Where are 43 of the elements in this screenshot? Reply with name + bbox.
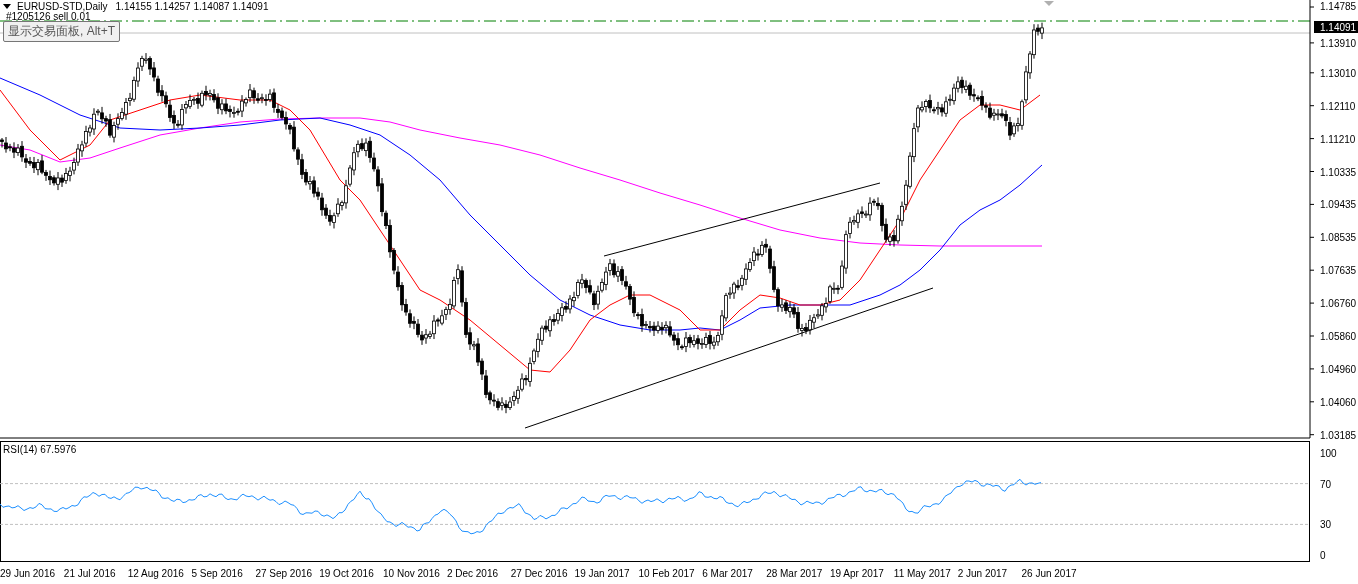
order-label: #1205126 sell 0.01	[6, 12, 91, 22]
price-axis-label: 1.03185	[1320, 429, 1357, 441]
date-axis-label: 6 Mar 2017	[702, 567, 754, 579]
date-axis-label: 19 Apr 2017	[829, 567, 885, 579]
price-axis-label: 1.04060	[1320, 396, 1357, 408]
date-axis-label: 19 Oct 2016	[319, 567, 375, 579]
price-axis-label: 1.13910	[1320, 37, 1357, 49]
current-price-label: 1.14091	[1314, 21, 1358, 33]
price-axis-label: 1.13010	[1320, 67, 1357, 79]
price-axis-label: 1.06760	[1320, 298, 1357, 310]
date-axis-label: 10 Nov 2016	[383, 567, 441, 579]
date-axis-label: 26 Jun 2017	[1021, 567, 1078, 579]
date-axis-label: 27 Dec 2016	[510, 567, 569, 579]
price-axis-label: 1.11210	[1320, 133, 1356, 145]
date-axis-label: 11 May 2017	[893, 567, 952, 579]
triangle-icon	[1044, 1, 1054, 6]
date-axis-label: 19 Jan 2017	[574, 567, 631, 579]
date-axis-label: 28 Mar 2017	[766, 567, 824, 579]
price-axis-label: 1.12110	[1320, 100, 1356, 112]
symbol-caption: EURUSD-STD,Daily	[17, 1, 108, 12]
date-axis-label: 2 Dec 2016	[446, 567, 500, 579]
price-axis-label: 1.08535	[1320, 232, 1357, 244]
price-axis-label: 1.14785	[1320, 1, 1357, 12]
date-axis-label: 5 Sep 2016	[191, 567, 244, 579]
date-axis-label: 10 Feb 2017	[638, 567, 696, 579]
rsi-axis-label: 70	[1320, 478, 1332, 490]
price-axis-label: 1.04960	[1320, 363, 1357, 375]
date-axis-label: 2 Jun 2017	[957, 567, 1009, 579]
ohlc-values: 1.14155 1.14257 1.14087 1.14091	[115, 1, 269, 12]
dropdown-triangle-icon[interactable]	[3, 4, 11, 9]
date-axis-label: 29 Jun 2016	[0, 567, 57, 579]
price-axis-label: 1.07635	[1320, 265, 1357, 277]
date-axis-label: 12 Aug 2016	[127, 567, 185, 579]
indicator-label: RSI(14) 67.5976	[3, 444, 77, 455]
rsi-axis-label: 30	[1320, 519, 1332, 531]
price-axis-label: 1.05860	[1320, 331, 1357, 342]
price-axis-label: 1.09435	[1320, 199, 1357, 211]
rsi-axis-label: 100	[1320, 448, 1337, 459]
rsi-axis-label: 0	[1320, 550, 1326, 561]
tooltip: 显示交易面板, Alt+T	[3, 21, 120, 42]
date-axis-label: 27 Sep 2016	[255, 567, 314, 579]
price-axis-label: 1.10335	[1320, 166, 1357, 178]
date-axis-label: 21 Jul 2016	[63, 567, 117, 579]
